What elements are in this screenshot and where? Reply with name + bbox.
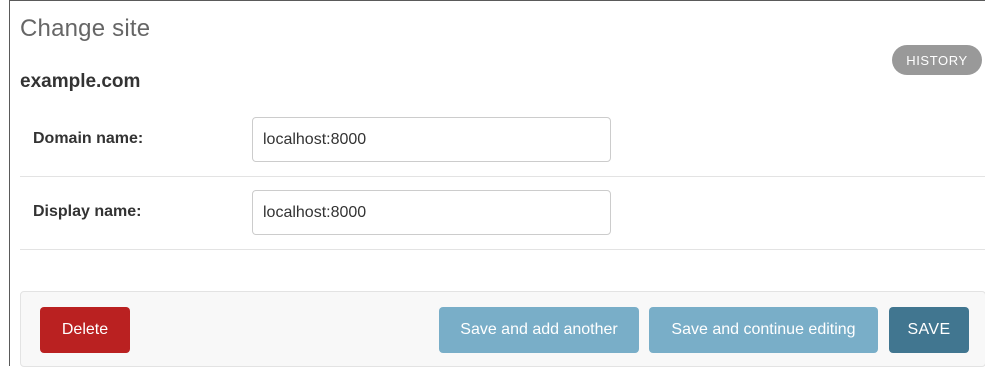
submit-row: Delete Save and add another Save and con…: [20, 291, 985, 367]
domain-name-label: Domain name:: [33, 130, 144, 147]
save-and-add-another-button[interactable]: Save and add another: [439, 307, 639, 353]
domain-name-input[interactable]: [252, 117, 611, 162]
display-name-input[interactable]: [252, 190, 611, 235]
form-row-domain: Domain name:: [20, 105, 985, 177]
display-name-label: Display name:: [33, 203, 142, 220]
change-form-panel: Change site HISTORY example.com Domain n…: [9, 0, 985, 367]
save-and-continue-button[interactable]: Save and continue editing: [649, 307, 878, 353]
page-title: Change site: [20, 15, 151, 42]
save-button[interactable]: SAVE: [889, 307, 969, 353]
history-button[interactable]: HISTORY: [892, 45, 982, 75]
delete-button[interactable]: Delete: [40, 307, 130, 353]
object-name-heading: example.com: [20, 71, 141, 92]
form-row-display: Display name:: [20, 178, 985, 250]
